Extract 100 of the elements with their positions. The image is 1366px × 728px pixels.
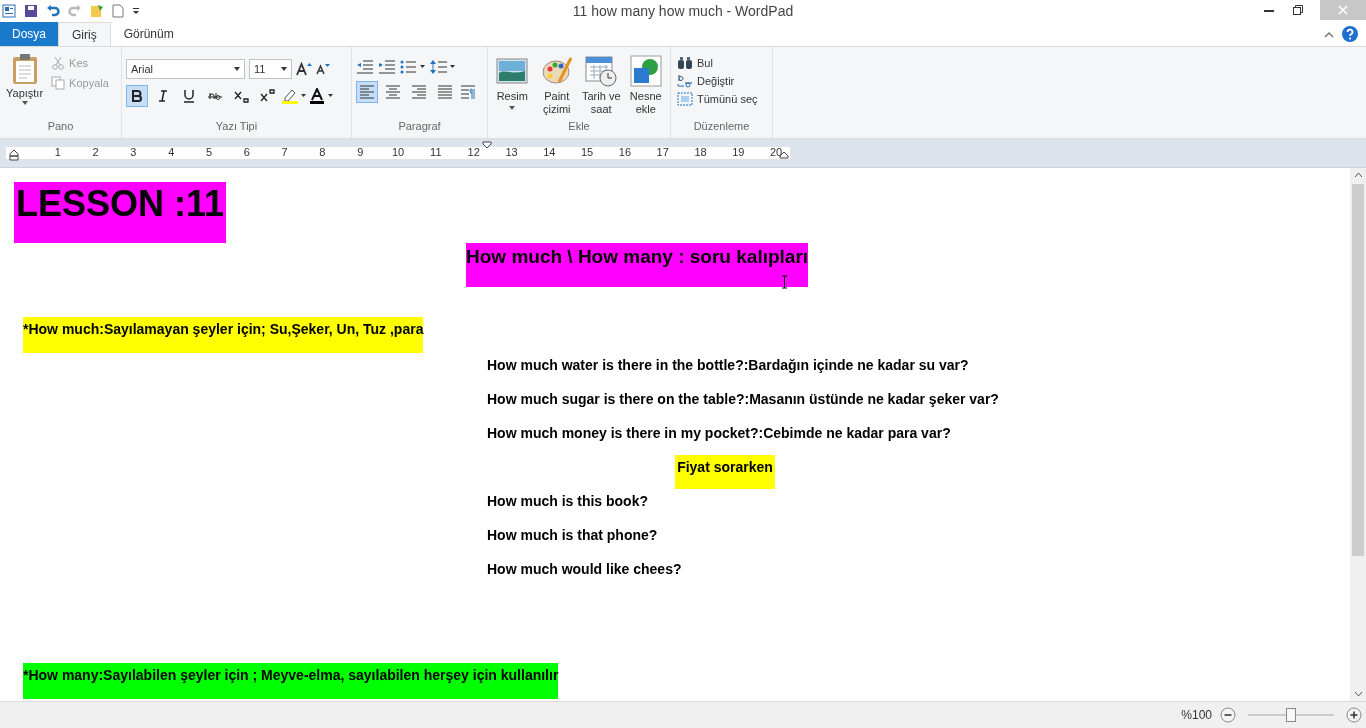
save-icon[interactable] [24,4,38,18]
help-icon[interactable] [1342,26,1358,42]
ruler-number: 10 [392,146,404,159]
highlighter-icon[interactable] [282,88,306,104]
ruler-number: 12 [467,146,480,159]
insert-picture-button[interactable]: Resim [492,51,533,120]
ruler-number: 2 [91,146,100,159]
zoom-slider-thumb[interactable] [1286,708,1296,722]
group-label: Paragraf [397,120,442,134]
decrease-indent-icon[interactable] [356,60,374,74]
object-icon [629,55,662,87]
text-cursor-icon [781,275,788,289]
ruler-number: 7 [280,146,289,159]
insert-object-button[interactable]: Nesne ekle [625,51,666,120]
dropdown-icon[interactable] [132,7,140,15]
bold-button[interactable] [126,85,148,107]
font-family-field[interactable]: Arial [126,59,245,79]
undo-icon[interactable] [46,4,60,18]
ruler-number: 16 [618,146,631,159]
selectall-icon [677,92,693,106]
date-icon [585,55,618,87]
left-indent-marker[interactable] [9,149,19,161]
ruler-number: 13 [505,146,518,159]
copy-icon [51,76,66,90]
document-text: LESSON :11 [14,182,227,243]
picture-icon [496,55,529,87]
sup-icon [259,89,275,103]
paragraph-icon[interactable] [460,85,476,99]
caret-icon [21,101,28,105]
document-text: How much would like chees? [487,560,682,579]
font-size-field[interactable]: 11 [249,59,292,79]
ruler-number: 20 [770,146,782,159]
align-center-icon [385,85,401,99]
ribbon-tab[interactable]: Dosya [0,22,58,46]
selectall-button[interactable]: Tümünü seç [675,91,768,107]
document-text: Fiyat sorarken [675,455,775,489]
ruler-number: 15 [581,146,593,159]
grow-font-icon[interactable] [296,62,312,76]
shrink-font-icon[interactable] [316,63,330,75]
ribbon-tab[interactable]: Giriş [58,22,111,46]
align-left-icon [359,85,375,99]
scroll-up-icon[interactable] [1353,172,1363,178]
increase-indent-icon[interactable] [378,60,396,74]
window-title: 11 how many how much - WordPad [572,3,794,19]
restore-icon [1292,5,1303,15]
align-justify-icon [437,85,453,99]
document-text: How much is this book? [487,492,648,511]
bullet-list-icon[interactable] [400,60,426,74]
app-icon[interactable] [2,4,16,18]
ruler-number: 11 [429,146,442,159]
document-text: How much is that phone? [487,526,658,545]
ruler-number: 9 [356,146,365,159]
group-label: Pano [46,120,75,134]
find-icon [677,56,693,70]
caret-icon [234,67,240,71]
underline-icon [181,89,197,103]
align-right-icon [411,85,427,99]
folder-icon[interactable] [90,4,104,18]
font-color-icon[interactable] [310,88,334,104]
align-left-button[interactable] [356,81,378,103]
new-document-icon[interactable] [112,4,124,18]
ruler-number: 6 [242,146,251,159]
group-label: Yazı Tipi [214,120,259,134]
zoom-slider[interactable] [1248,707,1334,723]
caret-icon [281,67,287,71]
zoom-out-icon[interactable] [1220,707,1236,723]
document-text: How much water is there in the bottle?:Bardağın içinde ne kadar su var? [487,356,969,375]
group-label: Ekle [567,120,591,134]
ruler-number: 17 [656,146,669,159]
document-text: How much sugar is there on the table?:Masanın üstünde ne kadar şeker var? [487,390,999,409]
group-label: Düzenleme [692,120,751,134]
ruler-number: 18 [694,146,707,159]
clipboard-icon [10,53,39,85]
zoom-level: %100 [1181,708,1212,722]
insert-date-button[interactable]: Tarih ve saat [581,51,622,120]
paint-icon [540,55,573,87]
ruler-number: 19 [732,146,745,159]
close-icon [1338,5,1348,15]
find-button[interactable]: Bul [675,55,768,71]
sub-icon [233,89,249,103]
replace-icon [677,74,693,88]
document-text: How much money is there in my pocket?:Cebimde ne kadar para var? [487,424,951,443]
vertical-scrollbar[interactable] [1350,168,1366,701]
caret-icon [509,106,516,110]
scroll-down-icon[interactable] [1353,691,1363,697]
ruler-number: 1 [53,146,62,159]
ruler-number: 8 [318,146,327,159]
zoom-in-icon[interactable] [1346,707,1362,723]
ruler-number: 5 [204,146,214,159]
ruler-number: 3 [129,146,138,159]
insert-paint-button[interactable]: Paint çizimi [536,51,577,120]
replace-button[interactable]: Değiştir [675,73,768,89]
bold-icon [129,89,145,103]
paste-button[interactable]: Yapıştır [4,51,46,120]
ruler-number: 4 [167,146,176,159]
collapse-ribbon-icon[interactable] [1324,30,1334,38]
scissors-icon [51,56,66,70]
line-spacing-icon[interactable] [430,59,456,75]
first-line-indent-marker[interactable] [482,141,492,149]
document-text: How much \ How many : soru kalıpları [466,243,809,287]
